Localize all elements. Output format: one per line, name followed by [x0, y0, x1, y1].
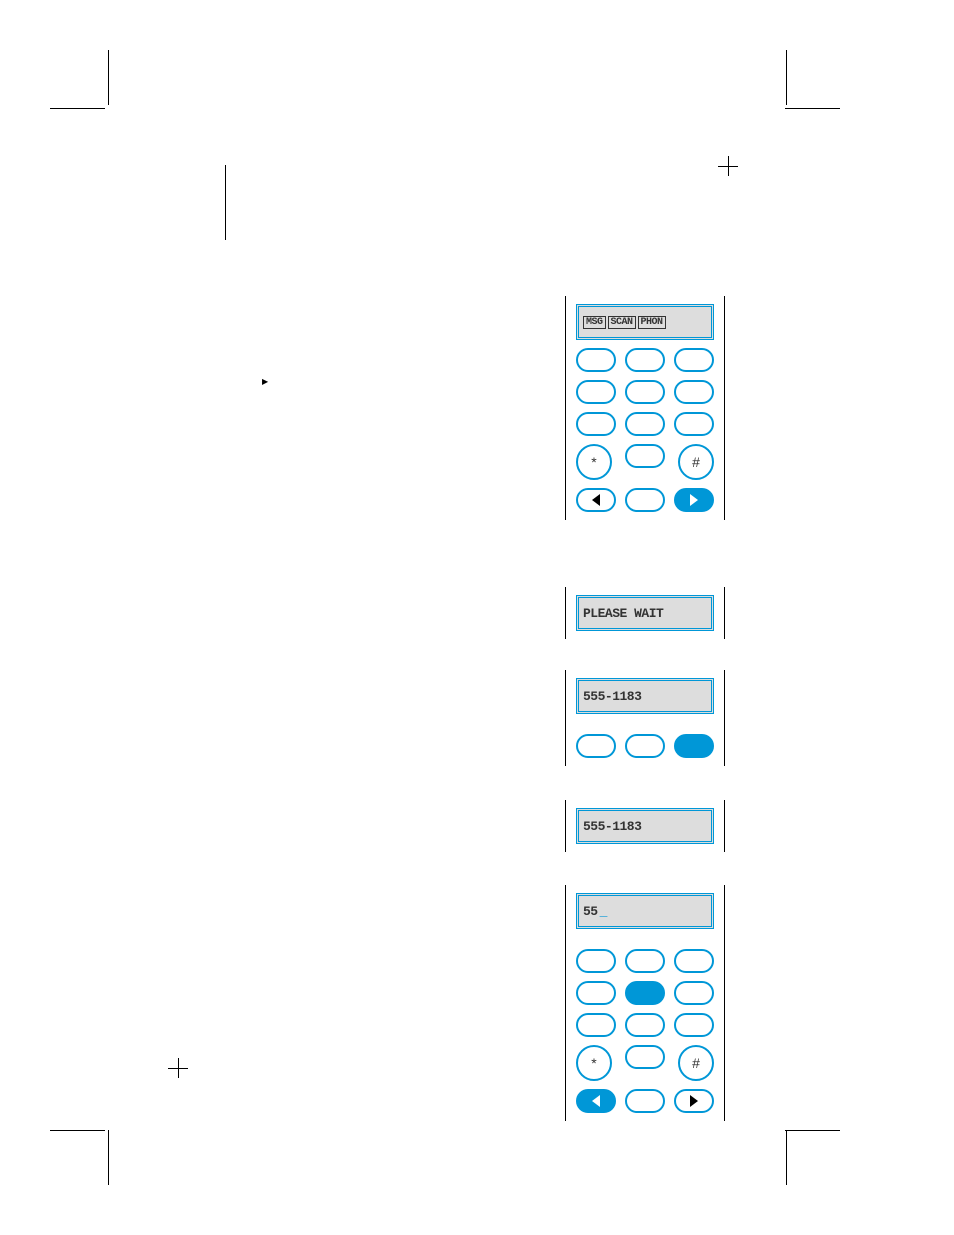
lcd-display: 555-1183 — [576, 808, 714, 844]
crop-mark — [785, 1130, 840, 1131]
key-4[interactable] — [576, 981, 616, 1005]
key-0[interactable] — [625, 444, 665, 468]
lcd-text: PLEASE WAIT — [583, 606, 663, 621]
key-hash[interactable]: # — [678, 1045, 714, 1081]
key-star[interactable]: * — [576, 444, 612, 480]
key-3[interactable] — [674, 734, 714, 758]
key-star[interactable]: * — [576, 1045, 612, 1081]
crop-mark — [50, 108, 105, 109]
lcd-display: 55_ — [576, 893, 714, 929]
key-2[interactable] — [625, 348, 665, 372]
key-4[interactable] — [576, 380, 616, 404]
key-5[interactable] — [625, 380, 665, 404]
key-0[interactable] — [625, 1045, 665, 1069]
lcd-display: MSG SCAN PHON — [576, 304, 714, 340]
lcd-box-msg: MSG — [583, 316, 606, 329]
crop-mark — [225, 165, 226, 240]
right-arrow-button[interactable] — [674, 488, 714, 512]
lcd-display: PLEASE WAIT — [576, 595, 714, 631]
left-arrow-button[interactable] — [576, 1089, 616, 1113]
key-9[interactable] — [674, 412, 714, 436]
key-1[interactable] — [576, 949, 616, 973]
key-8[interactable] — [625, 1013, 665, 1037]
keypad-panel-e: 55_ * # — [565, 885, 725, 1121]
lcd-text: 55 — [583, 904, 598, 919]
key-9[interactable] — [674, 1013, 714, 1037]
lcd-box-scan: SCAN — [608, 316, 636, 329]
key-5[interactable] — [625, 981, 665, 1005]
key-1[interactable] — [576, 734, 616, 758]
key-hash[interactable]: # — [678, 444, 714, 480]
key-center[interactable] — [625, 1089, 665, 1113]
lcd-display: 555-1183 — [576, 678, 714, 714]
crop-mark — [108, 1130, 109, 1185]
crop-mark — [786, 1130, 787, 1185]
crop-mark — [786, 50, 787, 105]
keypad-panel-a: MSG SCAN PHON * # — [565, 296, 725, 520]
key-1[interactable] — [576, 348, 616, 372]
key-2[interactable] — [625, 949, 665, 973]
left-arrow-button[interactable] — [576, 488, 616, 512]
key-8[interactable] — [625, 412, 665, 436]
right-arrow-button[interactable] — [674, 1089, 714, 1113]
key-center[interactable] — [625, 488, 665, 512]
crop-mark — [785, 108, 840, 109]
play-icon: ▶ — [262, 377, 268, 386]
key-3[interactable] — [674, 949, 714, 973]
key-6[interactable] — [674, 981, 714, 1005]
crop-mark — [108, 50, 109, 105]
key-3[interactable] — [674, 348, 714, 372]
lcd-cursor: _ — [600, 904, 607, 919]
lcd-text: 555-1183 — [583, 689, 641, 704]
key-2[interactable] — [625, 734, 665, 758]
lcd-text: 555-1183 — [583, 819, 641, 834]
key-6[interactable] — [674, 380, 714, 404]
key-7[interactable] — [576, 412, 616, 436]
crop-mark — [50, 1130, 105, 1131]
lcd-box-phon: PHON — [638, 316, 666, 329]
lcd-panel-c: 555-1183 — [565, 670, 725, 766]
lcd-panel-wait: PLEASE WAIT — [565, 587, 725, 639]
key-7[interactable] — [576, 1013, 616, 1037]
lcd-panel-d: 555-1183 — [565, 800, 725, 852]
